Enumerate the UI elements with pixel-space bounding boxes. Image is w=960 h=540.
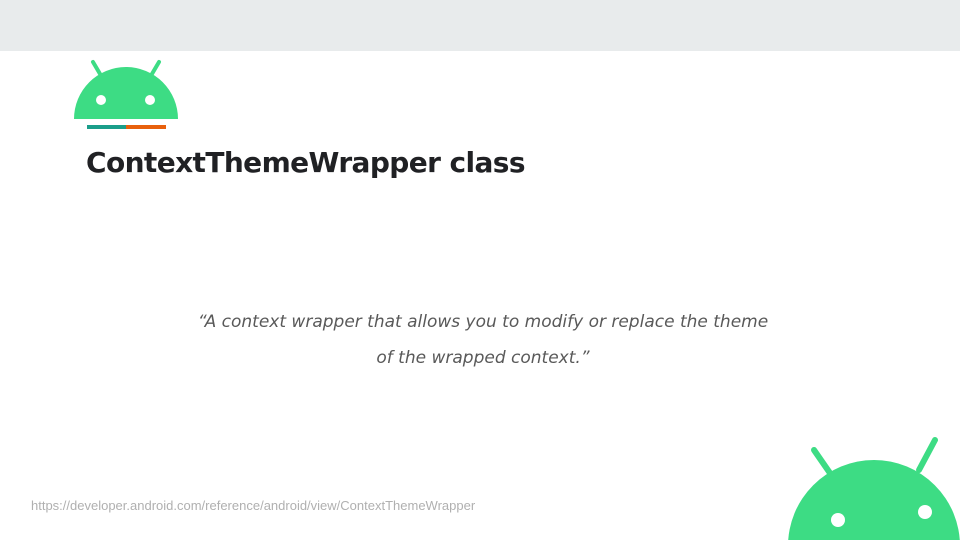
android-head-icon [74, 60, 178, 129]
quote-line-1: “A context wrapper that allows you to mo… [197, 312, 769, 332]
slide-title: ContextThemeWrapper class [86, 146, 525, 179]
source-url: https://developer.android.com/reference/… [31, 498, 476, 513]
android-head-corner-icon [788, 437, 960, 540]
quote-text: “A context wrapper that allows you to mo… [160, 304, 806, 376]
quote-line-2: of the wrapped context.” [376, 348, 590, 368]
top-band [0, 0, 960, 51]
